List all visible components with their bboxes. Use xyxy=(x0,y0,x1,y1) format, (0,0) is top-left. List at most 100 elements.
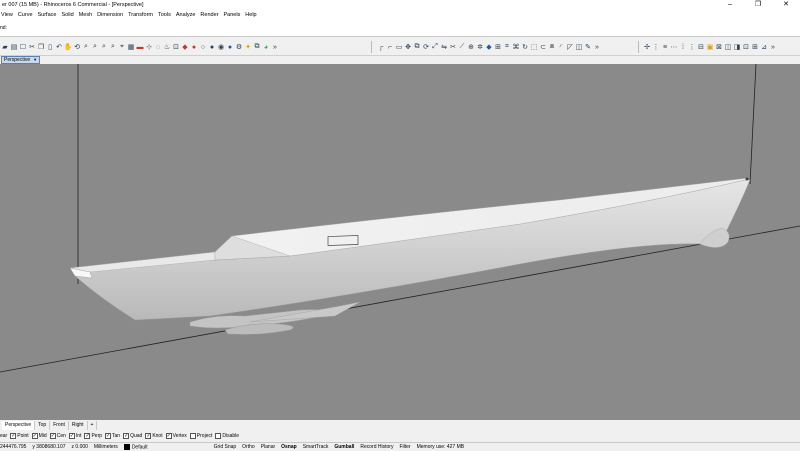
split-icon[interactable]: ⟋ xyxy=(458,42,466,52)
menu-transform[interactable]: Transform xyxy=(128,12,153,18)
toolbar-overflow-icon[interactable]: » xyxy=(271,42,279,52)
checkbox-checked-icon[interactable]: ✓ xyxy=(105,433,112,439)
measure-icon[interactable]: ⊿ xyxy=(760,42,768,52)
tab-top[interactable]: Top xyxy=(35,420,51,430)
osnap-perp[interactable]: ✓ Perp xyxy=(84,433,102,439)
blend-icon[interactable]: ⊂ xyxy=(539,42,547,52)
menu-tools[interactable]: Tools xyxy=(158,12,171,18)
render-icon[interactable]: ● xyxy=(226,42,234,52)
boolean-icon[interactable]: ◆ xyxy=(485,42,493,52)
menu-dimension[interactable]: Dimension xyxy=(97,12,123,18)
properties-color-icon[interactable]: ● xyxy=(190,42,198,52)
join-icon[interactable]: ⊕ xyxy=(467,42,475,52)
patch-icon[interactable]: ⬚ xyxy=(530,42,538,52)
array-polar-icon[interactable]: ⋮ xyxy=(688,42,696,52)
tab-perspective[interactable]: Perspective xyxy=(2,420,36,430)
checkbox-checked-icon[interactable]: ✓ xyxy=(49,433,56,439)
undo-icon[interactable]: ↶ xyxy=(55,42,63,52)
zoom-window-icon[interactable]: ⌕ xyxy=(91,42,99,52)
pan-icon[interactable]: ✋ xyxy=(64,42,73,52)
trim-icon[interactable]: ✂ xyxy=(449,42,457,52)
fillet-icon[interactable]: ◜ xyxy=(557,42,565,52)
chamfer-icon[interactable]: ◸ xyxy=(566,42,574,52)
menu-panels[interactable]: Panels xyxy=(223,12,240,18)
show-icon[interactable]: ◨ xyxy=(733,42,741,52)
block-icon[interactable]: ▣ xyxy=(706,42,714,52)
rectangle-icon[interactable]: ▭ xyxy=(395,42,403,52)
osnap-mid[interactable]: ✓ Mid xyxy=(31,433,47,439)
lock-icon[interactable]: ⊡ xyxy=(172,42,180,52)
distribute-icon[interactable]: ⋯ xyxy=(670,42,678,52)
copy-object-icon[interactable]: ⧉ xyxy=(413,42,421,52)
shaded-icon[interactable]: ● xyxy=(208,42,216,52)
mirror-icon[interactable]: ⇋ xyxy=(440,42,448,52)
menu-surface[interactable]: Surface xyxy=(38,12,57,18)
checkbox-checked-icon[interactable]: ✓ xyxy=(123,433,130,439)
perspective-viewport[interactable] xyxy=(0,64,800,420)
menu-solid[interactable]: Solid xyxy=(61,12,73,18)
hide-icon[interactable]: ◫ xyxy=(724,42,732,52)
checkbox-checked-icon[interactable]: ✓ xyxy=(165,433,172,439)
osnap-vertex[interactable]: ✓ Vertex xyxy=(165,433,187,439)
planar-toggle[interactable]: Planar xyxy=(261,444,275,450)
toolbar-overflow-icon-2[interactable]: » xyxy=(593,42,601,52)
menu-view[interactable]: View xyxy=(1,12,13,18)
extrude-icon[interactable]: ⊞ xyxy=(494,42,502,52)
command-prompt[interactable]: nd: xyxy=(0,25,7,31)
loft-icon[interactable]: ⌗ xyxy=(503,42,511,52)
ungroup-icon[interactable]: ⊠ xyxy=(715,42,723,52)
array-icon[interactable]: ⁞ xyxy=(679,42,687,52)
menu-mesh[interactable]: Mesh xyxy=(79,12,92,18)
copy-icon[interactable]: ❐ xyxy=(37,42,45,52)
snap-icon[interactable]: ⊡ xyxy=(742,42,750,52)
sweep-icon[interactable]: ⌘ xyxy=(512,42,520,52)
offset-icon[interactable]: ⧈ xyxy=(548,42,556,52)
add-viewport-icon[interactable]: + xyxy=(88,420,98,430)
osnap-toggle[interactable]: Osnap xyxy=(281,444,297,450)
maximize-button[interactable]: ❐ xyxy=(744,0,772,10)
command-area[interactable]: nd: xyxy=(0,19,800,37)
checkbox-checked-icon[interactable]: ✓ xyxy=(68,433,75,439)
rotate-view-icon[interactable]: ⟲ xyxy=(73,42,81,52)
menu-help[interactable]: Help xyxy=(245,12,256,18)
select-icon[interactable]: ⊹ xyxy=(145,42,153,52)
zoom-extents-icon[interactable]: ⌕ xyxy=(100,42,108,52)
viewport-title-tab[interactable]: Perspective ▼ xyxy=(1,56,41,64)
grid-snap-toggle[interactable]: Grid Snap xyxy=(214,444,237,450)
cut-icon[interactable]: ✂ xyxy=(28,42,36,52)
polyline-icon[interactable]: ⌐ xyxy=(386,42,394,52)
gumball-icon[interactable]: ✢ xyxy=(643,42,651,52)
tab-right[interactable]: Right xyxy=(69,420,88,430)
minimize-button[interactable]: – xyxy=(716,0,744,10)
material-icon[interactable]: ◕ xyxy=(262,42,270,52)
align-icon[interactable]: ≡ xyxy=(661,42,669,52)
named-views-icon[interactable]: ⌖ xyxy=(118,42,126,52)
close-button[interactable]: ✕ xyxy=(772,0,800,10)
lasso-icon[interactable]: ◌ xyxy=(154,42,162,52)
checkbox-checked-icon[interactable]: ✓ xyxy=(31,433,38,439)
cap-icon[interactable]: ◫ xyxy=(575,42,583,52)
scale-icon[interactable]: ⤢ xyxy=(431,42,439,52)
paste-icon[interactable]: ▯ xyxy=(46,42,54,52)
move-icon[interactable]: ✥ xyxy=(404,42,412,52)
checkbox-checked-icon[interactable]: ✓ xyxy=(84,433,91,439)
print-icon[interactable]: ▤ xyxy=(10,42,18,52)
viewport-layout-icon[interactable]: ▦ xyxy=(127,42,135,52)
osnap-point[interactable]: ✓ Point xyxy=(10,433,29,439)
gumball-toggle[interactable]: Gumball xyxy=(334,444,354,450)
layer-icon[interactable]: ◆ xyxy=(181,42,189,52)
osnap-int[interactable]: ✓ Int xyxy=(68,433,81,439)
tools-icon[interactable]: ⚙ xyxy=(235,42,243,52)
menu-curve[interactable]: Curve xyxy=(18,12,33,18)
zoom-selected-icon[interactable]: ⌕ xyxy=(109,42,117,52)
dropdown-arrow-icon[interactable]: ▼ xyxy=(33,57,37,63)
osnap-near[interactable]: ear xyxy=(0,433,7,439)
ortho-toggle[interactable]: Ortho xyxy=(242,444,255,450)
line-icon[interactable]: ┌ xyxy=(377,42,385,52)
rendered-icon[interactable]: ◉ xyxy=(217,42,225,52)
filter-toggle[interactable]: Filter xyxy=(399,444,410,450)
checkbox-checked-icon[interactable]: ✓ xyxy=(10,433,17,439)
snapshot-icon[interactable]: ⧉ xyxy=(253,42,261,52)
rotate-icon[interactable]: ⟳ xyxy=(422,42,430,52)
units[interactable]: Millimeters xyxy=(94,444,118,450)
